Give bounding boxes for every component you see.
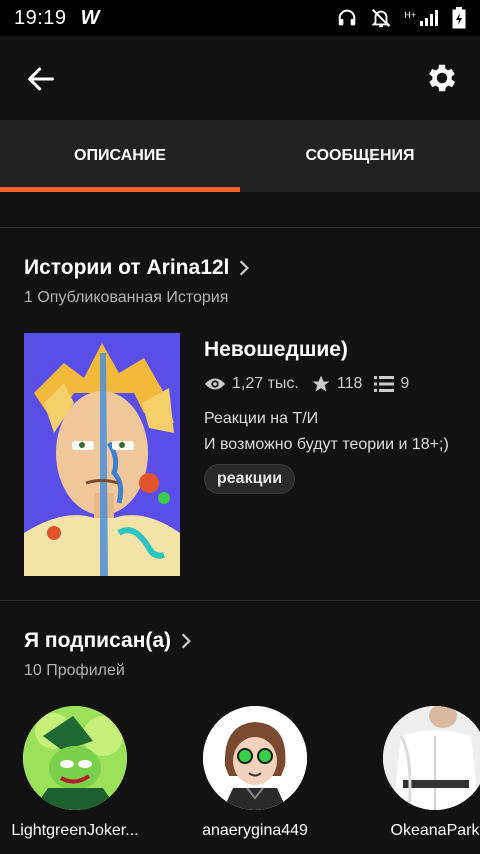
chevron-right-icon — [181, 633, 192, 649]
profile-card[interactable]: OkeanaPark — [360, 706, 480, 840]
arrow-left-icon — [28, 67, 54, 91]
stories-count: 1 Опубликованная История — [24, 289, 229, 306]
parts-count: 9 — [400, 375, 410, 392]
status-bar: 19:19 W H+ — [0, 0, 480, 36]
signal-icon: H+ — [404, 10, 440, 26]
votes-stat: 118 — [311, 374, 363, 394]
battery-icon — [452, 7, 466, 29]
settings-button[interactable] — [424, 60, 460, 96]
story-cover-image[interactable] — [24, 333, 180, 576]
votes-count: 118 — [336, 375, 363, 392]
gear-icon — [429, 64, 456, 92]
following-section-header[interactable]: Я подписан(а) — [24, 629, 193, 653]
reads-count: 1,27 тыс. — [232, 375, 299, 392]
profile-tabs: ОПИСАНИЕ СООБЩЕНИЯ — [0, 120, 480, 192]
back-button[interactable] — [24, 62, 58, 96]
following-section-title: Я подписан(а) — [24, 629, 172, 652]
profile-card[interactable]: LightgreenJoker... — [0, 706, 150, 840]
network-type-label: H+ — [404, 10, 416, 20]
story-stats: 1,27 тыс. 118 9 — [204, 374, 480, 394]
divider — [0, 227, 480, 228]
following-count: 10 Профилей — [24, 662, 125, 679]
divider — [0, 600, 480, 601]
profile-card[interactable]: anaerygina449 — [180, 706, 330, 840]
following-profiles-list: LightgreenJoker... anaerygina449 OkeanaP… — [0, 706, 480, 854]
status-time: 19:19 — [14, 6, 67, 29]
chevron-right-icon — [240, 260, 250, 276]
bell-off-icon — [370, 7, 392, 29]
stories-section-title: Истории от Arina12l — [24, 256, 230, 279]
avatar[interactable] — [383, 706, 480, 810]
story-info: Невошедшие) 1,27 тыс. 118 9 Реакции на Т… — [204, 338, 480, 494]
stories-section-header[interactable]: Истории от Arina12l — [24, 256, 251, 280]
avatar[interactable] — [23, 706, 127, 810]
profile-name[interactable]: anaerygina449 — [180, 822, 330, 840]
profile-name[interactable]: LightgreenJoker... — [0, 822, 150, 840]
eye-icon — [204, 378, 226, 390]
star-icon — [312, 375, 330, 392]
tab-description[interactable]: ОПИСАНИЕ — [0, 120, 240, 192]
story-tag[interactable]: реакции — [204, 464, 296, 494]
reads-stat: 1,27 тыс. — [204, 375, 299, 393]
story-description-line: И возможно будут теории и 18+;) — [204, 436, 449, 453]
headphones-icon — [336, 7, 358, 29]
story-description-line: Реакции на Т/И — [204, 410, 319, 427]
tab-messages[interactable]: СООБЩЕНИЯ — [240, 120, 480, 192]
avatar[interactable] — [203, 706, 307, 810]
story-title[interactable]: Невошедшие) — [204, 338, 480, 362]
top-bar — [0, 36, 480, 120]
parts-stat: 9 — [374, 375, 409, 393]
profile-name[interactable]: OkeanaPark — [360, 822, 480, 840]
list-icon — [374, 376, 395, 392]
wattpad-logo-icon: W — [80, 6, 100, 29]
